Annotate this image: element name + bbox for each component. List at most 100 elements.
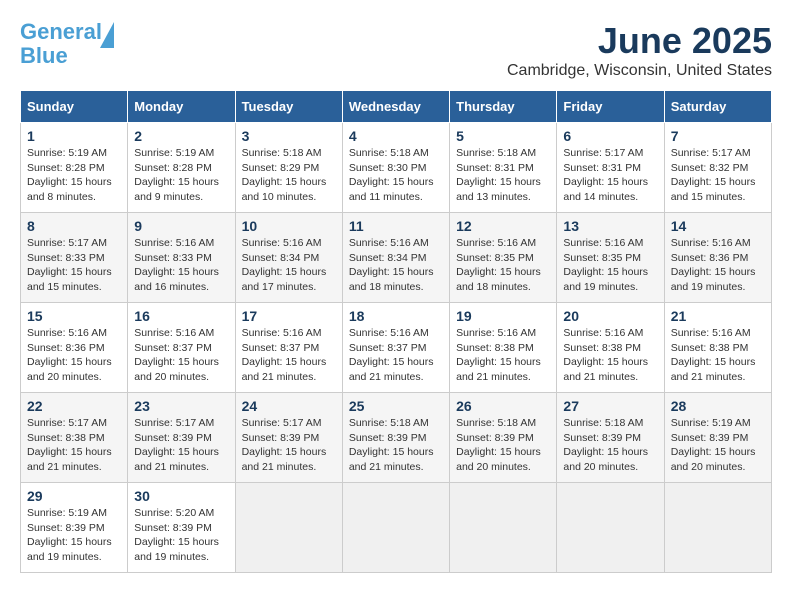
day-info: Sunrise: 5:18 AMSunset: 8:30 PMDaylight:… [349,146,443,205]
calendar-cell: 10Sunrise: 5:16 AMSunset: 8:34 PMDayligh… [235,213,342,303]
day-info: Sunrise: 5:17 AMSunset: 8:31 PMDaylight:… [563,146,657,205]
calendar-cell: 15Sunrise: 5:16 AMSunset: 8:36 PMDayligh… [21,303,128,393]
calendar-cell: 16 Sunrise: 5:16 AMSunset: 8:37 PMDayligh… [128,303,235,393]
calendar-cell: 24 Sunrise: 5:17 AMSunset: 8:39 PMDayligh… [235,393,342,483]
day-info: Sunrise: 5:16 AMSunset: 8:37 PMDaylight:… [134,326,228,385]
weekday-header-friday: Friday [557,91,664,123]
calendar-cell: 3 Sunrise: 5:18 AMSunset: 8:29 PMDaylight… [235,123,342,213]
day-number: 24 [242,398,336,414]
calendar-cell: 7 Sunrise: 5:17 AMSunset: 8:32 PMDaylight… [664,123,771,213]
day-info: Sunrise: 5:19 AMSunset: 8:28 PMDaylight:… [27,146,121,205]
day-info: Sunrise: 5:17 AMSunset: 8:39 PMDaylight:… [134,416,228,475]
day-number: 14 [671,218,765,234]
day-number: 16 [134,308,228,324]
day-number: 8 [27,218,121,234]
day-number: 1 [27,128,121,144]
calendar-cell: 14 Sunrise: 5:16 AMSunset: 8:36 PMDayligh… [664,213,771,303]
day-info: Sunrise: 5:18 AMSunset: 8:39 PMDaylight:… [563,416,657,475]
day-number: 7 [671,128,765,144]
day-info: Sunrise: 5:16 AMSunset: 8:35 PMDaylight:… [456,236,550,295]
day-number: 30 [134,488,228,504]
calendar-cell: 5 Sunrise: 5:18 AMSunset: 8:31 PMDaylight… [450,123,557,213]
day-number: 13 [563,218,657,234]
calendar-cell: 17 Sunrise: 5:16 AMSunset: 8:37 PMDayligh… [235,303,342,393]
weekday-header-saturday: Saturday [664,91,771,123]
day-info: Sunrise: 5:17 AMSunset: 8:39 PMDaylight:… [242,416,336,475]
day-info: Sunrise: 5:18 AMSunset: 8:39 PMDaylight:… [456,416,550,475]
weekday-header-tuesday: Tuesday [235,91,342,123]
calendar-cell: 1 Sunrise: 5:19 AMSunset: 8:28 PMDaylight… [21,123,128,213]
calendar-cell: 9Sunrise: 5:16 AMSunset: 8:33 PMDaylight… [128,213,235,303]
calendar-cell: 18 Sunrise: 5:16 AMSunset: 8:37 PMDayligh… [342,303,449,393]
day-info: Sunrise: 5:16 AMSunset: 8:36 PMDaylight:… [671,236,765,295]
day-info: Sunrise: 5:16 AMSunset: 8:37 PMDaylight:… [242,326,336,385]
day-info: Sunrise: 5:19 AMSunset: 8:39 PMDaylight:… [671,416,765,475]
weekday-header-wednesday: Wednesday [342,91,449,123]
day-info: Sunrise: 5:16 AMSunset: 8:38 PMDaylight:… [671,326,765,385]
day-number: 21 [671,308,765,324]
calendar-cell: 22Sunrise: 5:17 AMSunset: 8:38 PMDayligh… [21,393,128,483]
day-number: 3 [242,128,336,144]
day-info: Sunrise: 5:19 AMSunset: 8:39 PMDaylight:… [27,506,121,565]
calendar-cell: 2 Sunrise: 5:19 AMSunset: 8:28 PMDaylight… [128,123,235,213]
calendar-cell: 30Sunrise: 5:20 AMSunset: 8:39 PMDayligh… [128,483,235,573]
calendar-cell [664,483,771,573]
calendar-week-row: 22Sunrise: 5:17 AMSunset: 8:38 PMDayligh… [21,393,772,483]
day-number: 10 [242,218,336,234]
day-info: Sunrise: 5:17 AMSunset: 8:33 PMDaylight:… [27,236,121,295]
day-info: Sunrise: 5:16 AMSunset: 8:36 PMDaylight:… [27,326,121,385]
day-number: 28 [671,398,765,414]
day-number: 9 [134,218,228,234]
day-number: 18 [349,308,443,324]
logo: General Blue [20,20,114,68]
calendar-cell: 13 Sunrise: 5:16 AMSunset: 8:35 PMDayligh… [557,213,664,303]
calendar-week-row: 1 Sunrise: 5:19 AMSunset: 8:28 PMDaylight… [21,123,772,213]
day-number: 2 [134,128,228,144]
day-number: 27 [563,398,657,414]
day-number: 17 [242,308,336,324]
calendar-week-row: 8 Sunrise: 5:17 AMSunset: 8:33 PMDaylight… [21,213,772,303]
calendar-cell: 25 Sunrise: 5:18 AMSunset: 8:39 PMDayligh… [342,393,449,483]
calendar-cell: 12 Sunrise: 5:16 AMSunset: 8:35 PMDayligh… [450,213,557,303]
calendar-cell [450,483,557,573]
calendar-cell [235,483,342,573]
day-number: 29 [27,488,121,504]
calendar-cell: 6Sunrise: 5:17 AMSunset: 8:31 PMDaylight… [557,123,664,213]
day-number: 25 [349,398,443,414]
weekday-header-sunday: Sunday [21,91,128,123]
day-info: Sunrise: 5:18 AMSunset: 8:31 PMDaylight:… [456,146,550,205]
day-info: Sunrise: 5:18 AMSunset: 8:29 PMDaylight:… [242,146,336,205]
calendar-week-row: 15Sunrise: 5:16 AMSunset: 8:36 PMDayligh… [21,303,772,393]
day-info: Sunrise: 5:16 AMSunset: 8:34 PMDaylight:… [349,236,443,295]
day-number: 26 [456,398,550,414]
day-info: Sunrise: 5:16 AMSunset: 8:38 PMDaylight:… [563,326,657,385]
calendar-cell: 27 Sunrise: 5:18 AMSunset: 8:39 PMDayligh… [557,393,664,483]
header: General Blue June 2025 Cambridge, Wiscon… [20,20,772,80]
calendar-cell: 19Sunrise: 5:16 AMSunset: 8:38 PMDayligh… [450,303,557,393]
calendar-cell: 29 Sunrise: 5:19 AMSunset: 8:39 PMDayligh… [21,483,128,573]
calendar-cell [342,483,449,573]
logo-text2: Blue [20,43,68,68]
calendar-cell: 28 Sunrise: 5:19 AMSunset: 8:39 PMDayligh… [664,393,771,483]
title-area: June 2025 Cambridge, Wisconsin, United S… [507,20,772,80]
calendar-cell: 8 Sunrise: 5:17 AMSunset: 8:33 PMDaylight… [21,213,128,303]
day-number: 5 [456,128,550,144]
calendar-cell: 4 Sunrise: 5:18 AMSunset: 8:30 PMDaylight… [342,123,449,213]
day-number: 23 [134,398,228,414]
day-info: Sunrise: 5:16 AMSunset: 8:35 PMDaylight:… [563,236,657,295]
day-info: Sunrise: 5:18 AMSunset: 8:39 PMDaylight:… [349,416,443,475]
weekday-header-row: SundayMondayTuesdayWednesdayThursdayFrid… [21,91,772,123]
calendar-table: SundayMondayTuesdayWednesdayThursdayFrid… [20,90,772,573]
calendar-cell: 23 Sunrise: 5:17 AMSunset: 8:39 PMDayligh… [128,393,235,483]
month-title: June 2025 [507,20,772,62]
weekday-header-monday: Monday [128,91,235,123]
location-title: Cambridge, Wisconsin, United States [507,62,772,80]
day-info: Sunrise: 5:17 AMSunset: 8:32 PMDaylight:… [671,146,765,205]
day-number: 12 [456,218,550,234]
day-number: 4 [349,128,443,144]
logo-text: General [20,19,102,44]
calendar-cell: 21 Sunrise: 5:16 AMSunset: 8:38 PMDayligh… [664,303,771,393]
calendar-week-row: 29 Sunrise: 5:19 AMSunset: 8:39 PMDayligh… [21,483,772,573]
day-info: Sunrise: 5:16 AMSunset: 8:37 PMDaylight:… [349,326,443,385]
day-info: Sunrise: 5:19 AMSunset: 8:28 PMDaylight:… [134,146,228,205]
